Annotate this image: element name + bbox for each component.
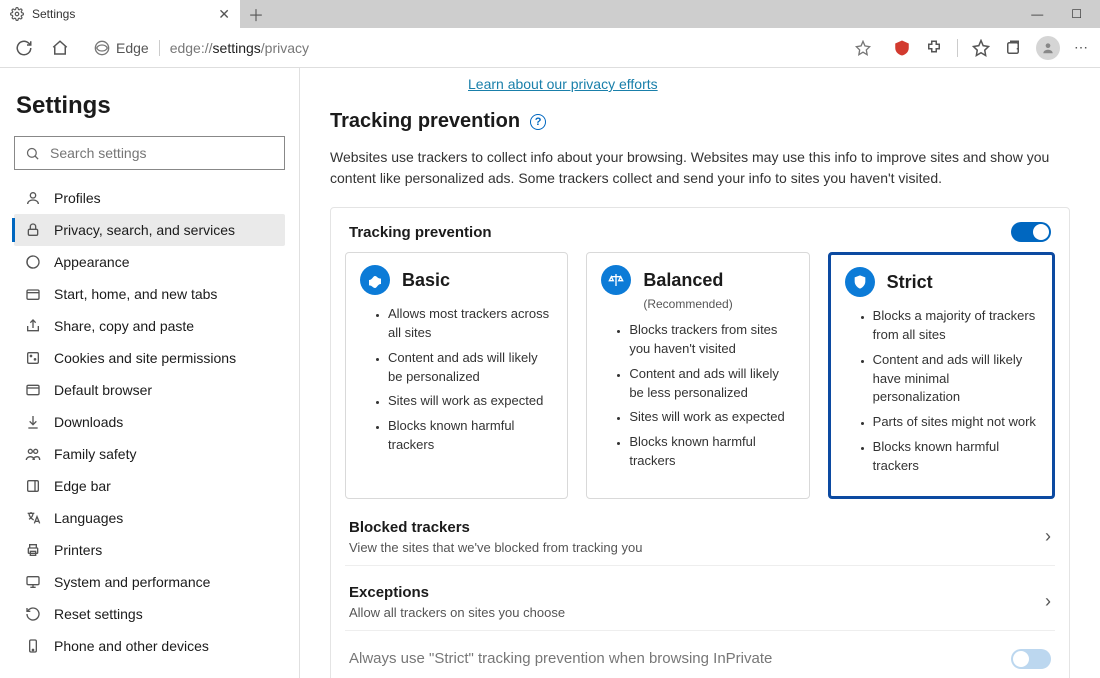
site-identity: Edge [94,40,149,56]
tab-title: Settings [32,7,75,21]
help-icon[interactable]: ? [530,114,546,130]
card-balanced[interactable]: Balanced (Recommended) Blocks trackers f… [586,252,809,499]
url-text: edge://settings/privacy [170,40,845,56]
panel-heading: Tracking prevention [349,224,492,241]
sidebar-item-family[interactable]: Family safety [14,438,285,470]
printer-icon [24,542,42,558]
strict-icon [845,267,875,297]
sidebar-item-system[interactable]: System and performance [14,566,285,598]
reset-icon [24,606,42,622]
reload-icon[interactable] [12,36,36,60]
sidebar-item-profiles[interactable]: Profiles [14,182,285,214]
settings-nav: Profiles Privacy, search, and services A… [14,182,285,662]
chevron-right-icon: › [1045,526,1051,547]
favorites-icon[interactable] [972,39,990,57]
balanced-icon [601,265,631,295]
inprivate-toggle[interactable] [1011,649,1051,669]
section-description: Websites use trackers to collect info ab… [330,147,1050,189]
sidebar-item-default-browser[interactable]: Default browser [14,374,285,406]
browser-icon [24,382,42,398]
system-icon [24,574,42,590]
sidebar-item-phone[interactable]: Phone and other devices [14,630,285,662]
share-icon [24,318,42,334]
sidebar-item-edge-bar[interactable]: Edge bar [14,470,285,502]
search-icon [25,146,40,161]
sidebar-item-start[interactable]: Start, home, and new tabs [14,278,285,310]
extensions-icon[interactable] [925,39,943,57]
maximize-icon[interactable]: ☐ [1071,7,1082,21]
toolbar-right: ⋯ [893,36,1088,60]
chevron-right-icon: › [1045,591,1051,612]
family-icon [24,446,42,462]
settings-main: Learn about our privacy efforts Tracking… [300,68,1100,678]
collections-icon[interactable] [1004,39,1022,57]
profile-avatar[interactable] [1036,36,1060,60]
sidebar-item-printers[interactable]: Printers [14,534,285,566]
sidebar-item-languages[interactable]: Languages [14,502,285,534]
settings-sidebar: Settings Profiles Privacy, search, and s… [0,68,300,678]
toolbar: Edge edge://settings/privacy ⋯ [0,28,1100,68]
sidebar-item-share[interactable]: Share, copy and paste [14,310,285,342]
section-title: Tracking prevention ? [330,110,1070,133]
download-icon [24,414,42,430]
minimize-icon[interactable]: — [1031,7,1043,21]
basic-icon [360,265,390,295]
page-title: Settings [16,92,285,120]
profile-icon [24,190,42,206]
tabs-icon [24,286,42,302]
sidebar-item-appearance[interactable]: Appearance [14,246,285,278]
sidebar-item-reset[interactable]: Reset settings [14,598,285,630]
window-controls: — ☐ [1031,0,1100,28]
privacy-link[interactable]: Learn about our privacy efforts [468,76,1070,92]
sidebar-item-downloads[interactable]: Downloads [14,406,285,438]
cookies-icon [24,350,42,366]
new-tab-button[interactable]: ＋ [240,0,272,28]
edge-bar-icon [24,478,42,494]
browser-tab[interactable]: Settings ✕ [0,0,240,28]
home-icon[interactable] [48,36,72,60]
sidebar-item-privacy[interactable]: Privacy, search, and services [14,214,285,246]
address-bar[interactable]: Edge edge://settings/privacy [84,34,881,62]
more-icon[interactable]: ⋯ [1074,39,1088,56]
favorite-star-icon[interactable] [855,40,871,56]
close-icon[interactable]: ✕ [218,6,230,23]
adblock-icon[interactable] [893,39,911,57]
gear-icon [10,7,24,21]
phone-icon [24,638,42,654]
inprivate-row[interactable]: Always use "Strict" tracking prevention … [345,637,1055,673]
card-strict[interactable]: Strict Blocks a majority of trackers fro… [828,252,1055,499]
search-input[interactable] [50,145,274,161]
lock-icon [24,222,42,238]
tracking-toggle[interactable] [1011,222,1051,242]
titlebar: Settings ✕ ＋ — ☐ [0,0,1100,28]
languages-icon [24,510,42,526]
tracking-panel: Tracking prevention Basic Allows most tr… [330,207,1070,678]
exceptions-row[interactable]: Exceptions Allow all trackers on sites y… [345,572,1055,624]
appearance-icon [24,254,42,270]
sidebar-item-cookies[interactable]: Cookies and site permissions [14,342,285,374]
search-settings[interactable] [14,136,285,170]
blocked-trackers-row[interactable]: Blocked trackers View the sites that we'… [345,507,1055,559]
card-basic[interactable]: Basic Allows most trackers across all si… [345,252,568,499]
